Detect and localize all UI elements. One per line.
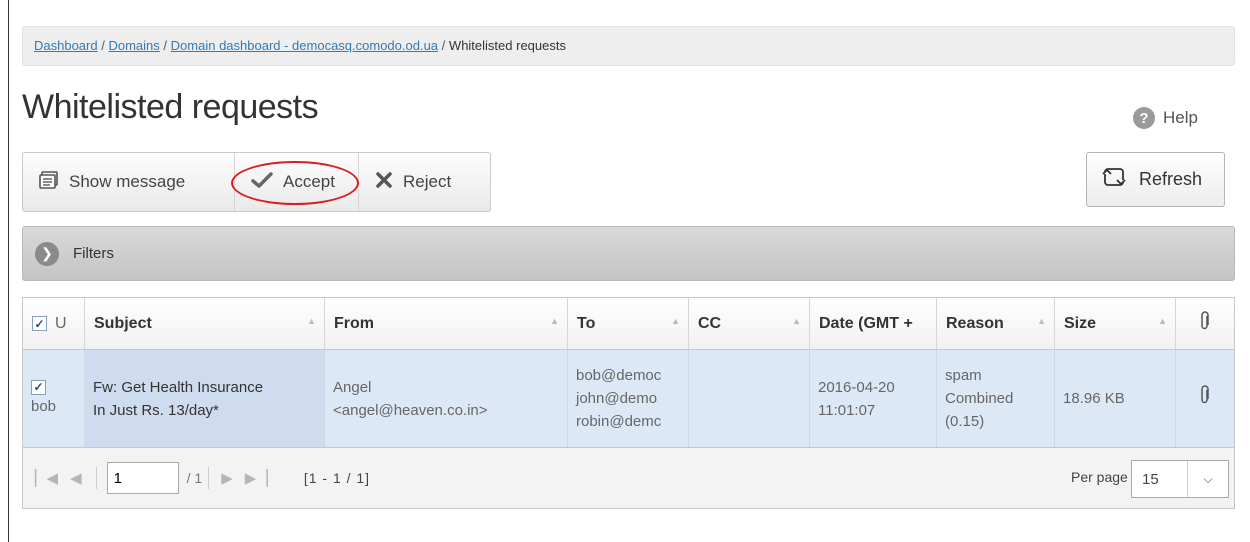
sort-icon: ▲	[671, 316, 680, 326]
row-checkbox[interactable]: ✓	[31, 379, 46, 395]
prev-page-icon[interactable]: ◀	[70, 469, 82, 487]
reject-button[interactable]: Reject	[359, 153, 490, 211]
pager-divider	[95, 467, 97, 489]
sort-icon: ▲	[1158, 316, 1167, 326]
action-toolbar: Show message Accept Reject	[22, 152, 491, 212]
filters-label: Filters	[73, 245, 114, 262]
column-subject[interactable]: Subject ▲	[85, 298, 325, 349]
row-reason: spam Combined (0.15)	[937, 350, 1055, 447]
pagination-bar: ▏◀ ◀ / 1 ▶ ▶▕ [1 - 1 / 1] Per page 15 ⌵	[23, 448, 1234, 508]
page-number-input[interactable]	[106, 462, 179, 494]
to-address: robin@demc	[576, 413, 662, 430]
last-page-icon[interactable]: ▶▕	[245, 469, 268, 487]
chevron-down-icon: ⌵	[1203, 471, 1213, 486]
column-user-header: U	[55, 314, 67, 332]
column-select[interactable]: ✓ U	[23, 298, 85, 349]
accept-button[interactable]: Accept	[231, 153, 359, 211]
select-all-checkbox[interactable]: ✓	[32, 316, 47, 331]
column-from[interactable]: From ▲	[325, 298, 568, 349]
per-page-value: 15	[1132, 461, 1188, 497]
breadcrumb: Dashboard / Domains / Domain dashboard -…	[22, 26, 1235, 66]
refresh-icon	[1101, 166, 1127, 193]
reason-line: Combined	[945, 390, 1014, 407]
to-address: bob@democ	[576, 367, 662, 384]
from-email: <angel@heaven.co.in>	[333, 401, 488, 419]
sort-icon: ▲	[792, 316, 801, 326]
column-attachment[interactable]	[1176, 298, 1234, 349]
breadcrumb-separator: /	[163, 38, 168, 53]
sort-icon: ▲	[307, 316, 316, 326]
show-message-label: Show message	[69, 172, 186, 191]
page-range: [1 - 1 / 1]	[303, 470, 371, 486]
column-size[interactable]: Size ▲	[1055, 298, 1176, 349]
subject-line: Fw: Get Health Insurance	[93, 378, 264, 396]
paperclip-icon	[1200, 385, 1210, 412]
reason-line: spam	[945, 367, 982, 384]
per-page-select[interactable]: 15 ⌵	[1131, 460, 1229, 498]
sort-icon: ▲	[1037, 316, 1046, 326]
filters-toggle[interactable]: ❯ Filters	[22, 226, 1235, 281]
subject-line: In Just Rs. 13/day*	[93, 401, 219, 419]
table-header: ✓ U Subject ▲ From ▲ To ▲ CC ▲ Date (GMT + R…	[23, 298, 1234, 350]
column-subject-label: Subject	[94, 314, 152, 332]
breadcrumb-current: Whitelisted requests	[448, 38, 566, 53]
row-to: bob@democ john@demo robin@demc	[568, 350, 689, 447]
date-value: 2016-04-20	[818, 378, 895, 396]
row-subject: Fw: Get Health Insurance In Just Rs. 13/…	[85, 350, 325, 447]
column-reason-label: Reason	[946, 314, 1004, 332]
requests-table: ✓ U Subject ▲ From ▲ To ▲ CC ▲ Date (GMT + R…	[22, 297, 1235, 509]
column-to-label: To	[577, 314, 596, 332]
row-select-cell: ✓ bob	[23, 350, 85, 447]
help-icon: ?	[1133, 107, 1155, 129]
column-date-label: Date (GMT +	[819, 314, 913, 332]
breadcrumb-domains[interactable]: Domains	[108, 38, 159, 53]
per-page-label: Per page	[1071, 469, 1128, 485]
row-user: bob	[31, 397, 57, 415]
pager-divider	[208, 467, 210, 489]
next-page-icon[interactable]: ▶	[221, 469, 233, 487]
help-label: Help	[1163, 108, 1198, 127]
to-address: john@demo	[576, 390, 658, 407]
column-size-label: Size	[1064, 314, 1097, 332]
first-page-icon[interactable]: ▏◀	[35, 469, 58, 487]
column-cc[interactable]: CC ▲	[689, 298, 810, 349]
row-size: 18.96 KB	[1055, 350, 1176, 447]
column-reason[interactable]: Reason ▲	[937, 298, 1055, 349]
column-to[interactable]: To ▲	[568, 298, 689, 349]
checkmark-icon	[251, 171, 273, 194]
column-cc-label: CC	[698, 314, 722, 332]
frame-border	[8, 0, 9, 542]
breadcrumb-separator: /	[101, 38, 105, 53]
show-message-button[interactable]: Show message	[23, 153, 235, 211]
breadcrumb-separator: /	[441, 38, 446, 53]
sort-icon: ▲	[550, 316, 559, 326]
row-attachment	[1176, 350, 1234, 447]
chevron-right-icon: ❯	[35, 241, 59, 266]
help-link[interactable]: ? Help	[1133, 107, 1198, 129]
column-from-label: From	[334, 314, 374, 332]
breadcrumb-dashboard[interactable]: Dashboard	[34, 38, 98, 53]
column-date[interactable]: Date (GMT +	[810, 298, 937, 349]
breadcrumb-domain-dashboard[interactable]: Domain dashboard - democasq.comodo.od.ua	[171, 38, 438, 53]
time-value: 11:01:07	[818, 401, 876, 419]
reason-line: (0.15)	[945, 413, 985, 430]
from-name: Angel	[333, 378, 372, 396]
reject-label: Reject	[403, 172, 452, 191]
refresh-label: Refresh	[1139, 169, 1203, 189]
row-date: 2016-04-20 11:01:07	[810, 350, 937, 447]
refresh-button[interactable]: Refresh	[1086, 152, 1225, 207]
row-from: Angel <angel@heaven.co.in>	[325, 350, 568, 447]
row-cc	[689, 350, 810, 447]
page-title: Whitelisted requests	[22, 88, 319, 126]
paperclip-icon	[1200, 311, 1210, 336]
page-total: / 1	[186, 470, 203, 486]
message-icon	[39, 170, 59, 194]
table-row[interactable]: ✓ bob Fw: Get Health Insurance In Just R…	[23, 350, 1234, 448]
accept-label: Accept	[283, 172, 335, 191]
x-icon	[375, 171, 393, 194]
